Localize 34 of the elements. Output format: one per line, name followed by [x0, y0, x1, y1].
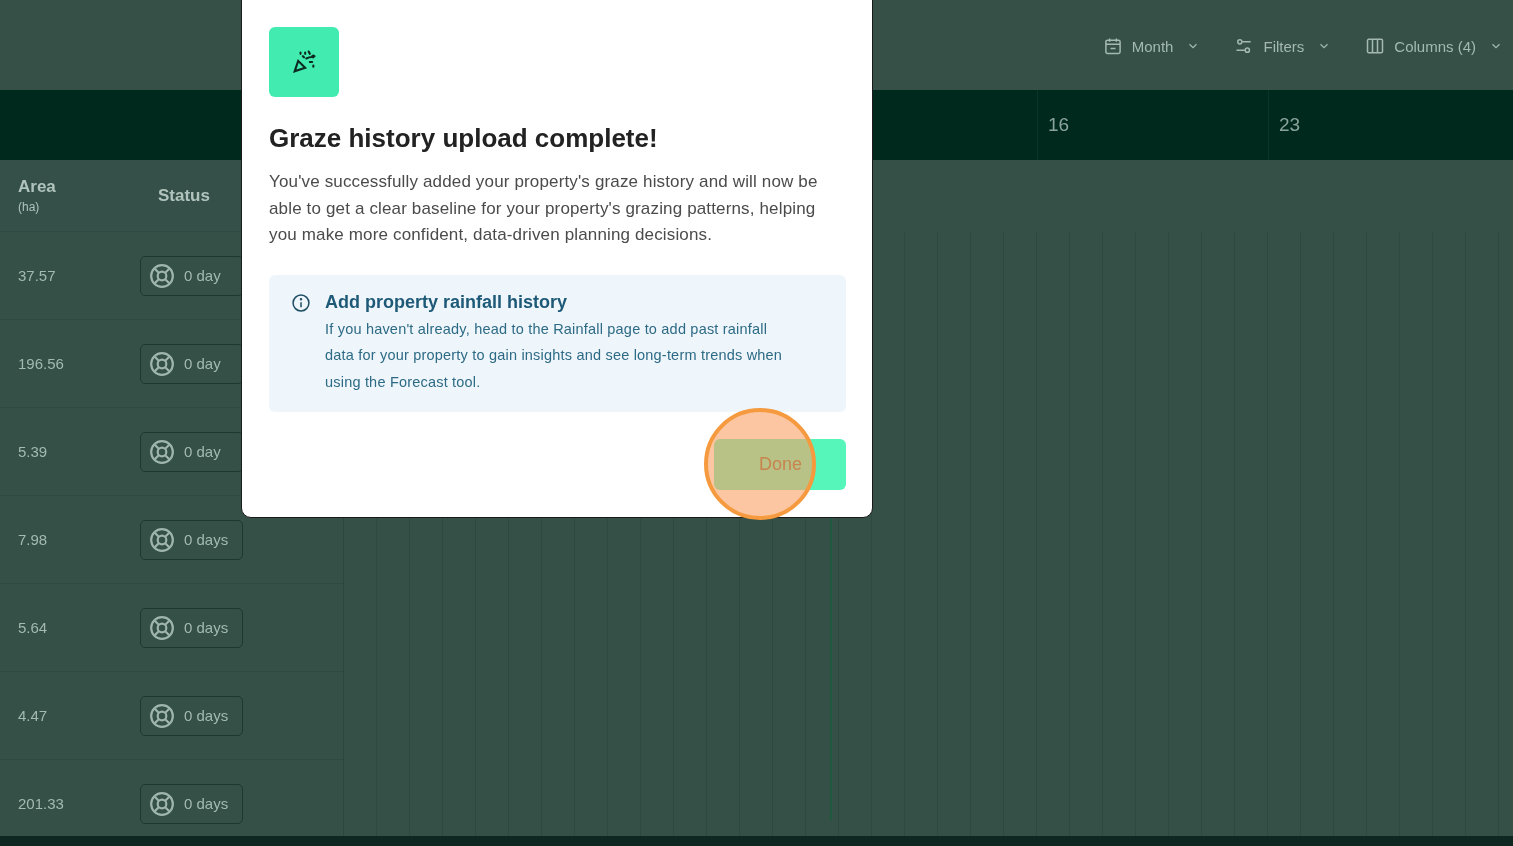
day-number: 16	[1048, 114, 1070, 136]
columns-icon	[1365, 36, 1386, 56]
table-cell-text: 7.98	[17, 531, 49, 548]
table-cell-text: 5.39	[17, 443, 49, 460]
table-cell-text: 4.47	[17, 707, 49, 724]
column-header: Area	[18, 177, 57, 197]
info-title: Add property rainfall history	[325, 291, 569, 313]
toolbar-dropdown[interactable]: Filters	[1232, 32, 1334, 60]
dialog-message: You've successfully added your property's graze history and will now be able to get a clear baseline for your property's grazing patterns, helping you make more confident, data-driven planning decisions.	[269, 171, 819, 246]
lifebuoy-icon	[149, 350, 175, 377]
status-pill: 0 days	[140, 519, 243, 560]
column-header: Status	[158, 185, 210, 206]
toolbar-dropdown[interactable]: Columns (4)	[1363, 32, 1505, 60]
day-number: 23	[1279, 114, 1301, 136]
column-unit: (ha)	[18, 200, 41, 214]
lifebuoy-icon	[149, 526, 175, 553]
party-popper-drawing	[290, 48, 318, 76]
calendar-icon	[1102, 36, 1123, 56]
status-pill: 0 days	[140, 783, 243, 824]
lifebuoy-icon	[149, 702, 175, 729]
table-cell-text: 201.33	[17, 795, 65, 812]
table-cell-text: 37.57	[17, 267, 57, 284]
lifebuoy-icon	[149, 438, 175, 465]
toolbar-dropdown[interactable]: Month	[1100, 32, 1203, 60]
table-cell-text: 5.64	[17, 619, 49, 636]
info-text: If you haven't already, head to the Rainfall page to add past rainfall data for your property to gain insights and see long-term trends when using the Forecast tool.	[325, 319, 784, 392]
lifebuoy-icon	[149, 790, 175, 817]
table-cell-text: 196.56	[17, 355, 65, 372]
dialog-title: Graze history upload complete!	[269, 123, 659, 154]
lifebuoy-icon	[149, 262, 175, 289]
status-pill: 0 days	[140, 695, 243, 736]
lifebuoy-icon	[149, 614, 175, 641]
info-icon	[291, 292, 311, 313]
status-pill: 0 days	[140, 607, 243, 648]
